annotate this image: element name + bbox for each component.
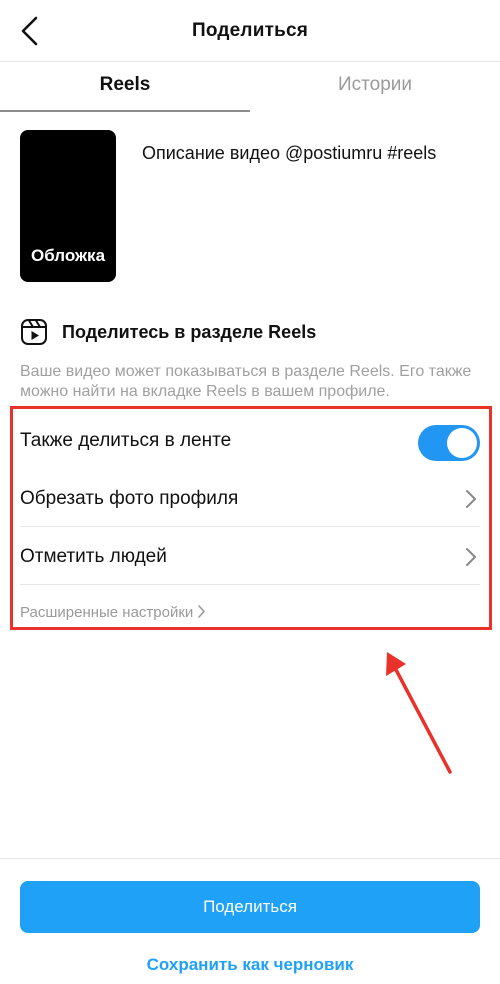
chevron-right-icon — [466, 548, 476, 566]
page-title: Поделиться — [191, 20, 309, 41]
share-to-feed-toggle[interactable] — [418, 425, 480, 461]
share-to-feed-row: Также делиться в ленте — [0, 412, 500, 470]
tab-bar: Reels Истории — [0, 62, 500, 112]
footer: Поделиться Сохранить как черновик — [0, 858, 500, 984]
divider — [20, 526, 480, 527]
share-to-feed-label: Также делиться в ленте — [20, 430, 232, 451]
reels-section-description: Ваше видео может показываться в разделе … — [20, 363, 472, 400]
save-draft-link[interactable]: Сохранить как черновик — [0, 955, 500, 975]
video-cover[interactable]: Обложка — [20, 130, 116, 282]
tag-people-row[interactable]: Отметить людей — [0, 528, 500, 586]
reels-section-heading: Поделитесь в разделе Reels — [62, 322, 317, 342]
crop-profile-photo-row[interactable]: Обрезать фото профиля — [0, 470, 500, 528]
header-bar: Поделиться — [0, 0, 500, 62]
share-button[interactable]: Поделиться — [20, 881, 480, 933]
crop-profile-photo-label: Обрезать фото профиля — [20, 488, 239, 509]
tag-people-label: Отметить людей — [20, 546, 167, 567]
reels-icon — [21, 319, 47, 345]
annotation-arrow-icon — [386, 652, 452, 774]
tab-stories[interactable]: Истории — [250, 62, 500, 112]
chevron-right-icon — [198, 605, 206, 618]
toggle-knob — [447, 428, 477, 458]
cover-label: Обложка — [30, 246, 106, 265]
chevron-right-icon — [466, 490, 476, 508]
advanced-settings-link[interactable]: Расширенные настройки — [20, 604, 206, 621]
divider — [20, 584, 480, 585]
caption-input[interactable]: Описание видео @postiumru #reels — [142, 143, 482, 164]
advanced-settings-label: Расширенные настройки — [20, 604, 194, 621]
tab-reels[interactable]: Reels — [0, 62, 250, 112]
